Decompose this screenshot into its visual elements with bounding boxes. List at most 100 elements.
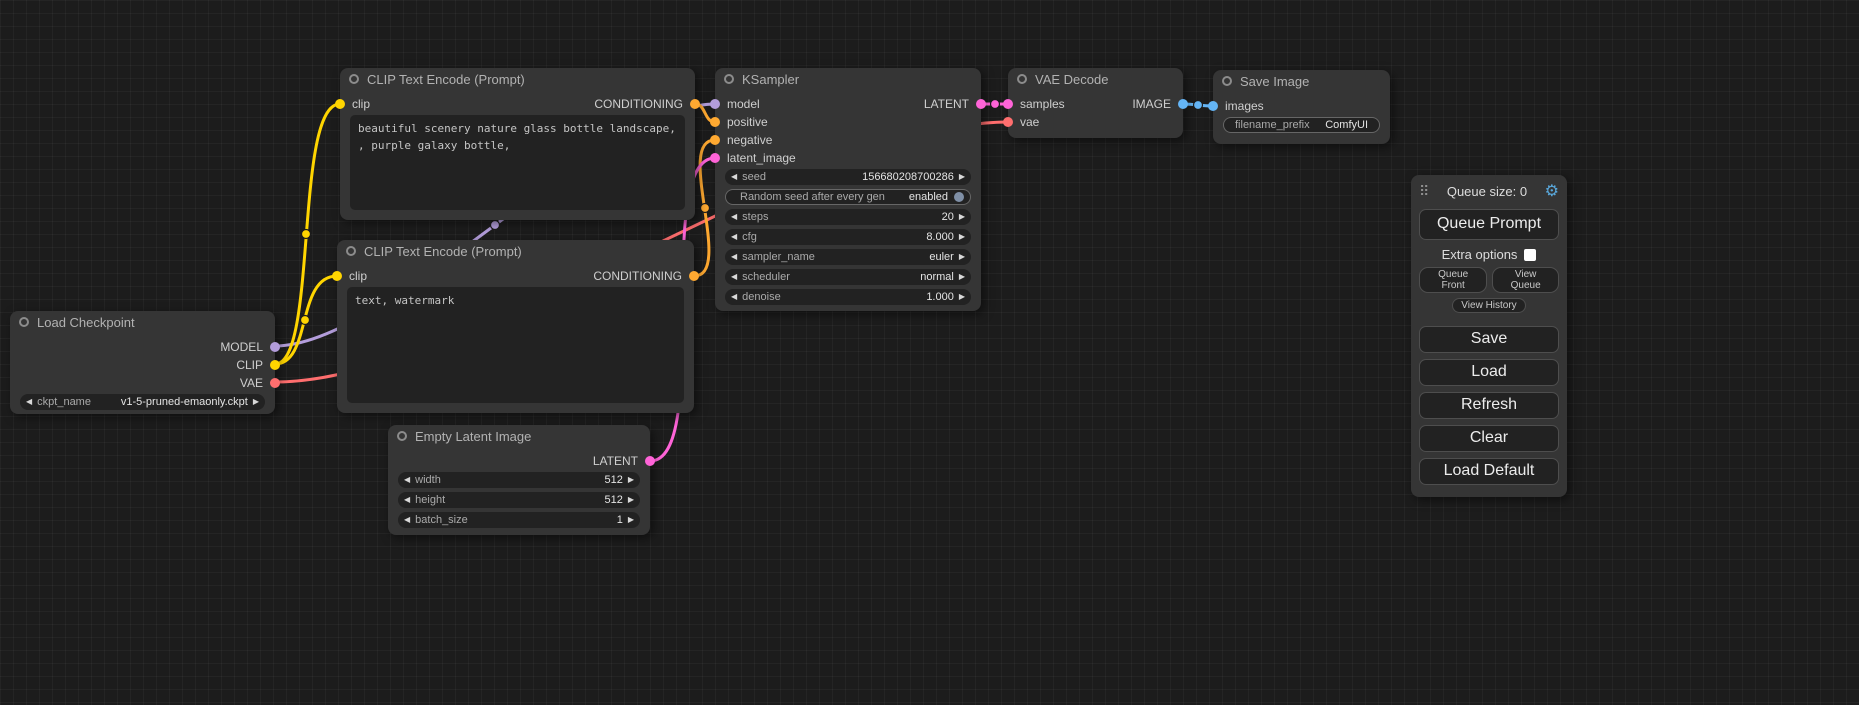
output-label-conditioning: CONDITIONING [593, 269, 682, 283]
increment-arrow-icon[interactable]: ▶ [959, 253, 965, 261]
input-slot-vae[interactable] [1003, 117, 1013, 127]
collapse-dot-icon[interactable] [349, 74, 359, 84]
node-title-bar[interactable]: Save Image [1213, 70, 1390, 92]
collapse-dot-icon[interactable] [346, 246, 356, 256]
node-title-bar[interactable]: CLIP Text Encode (Prompt) [340, 68, 695, 90]
node-ksampler[interactable]: KSampler model LATENT positive negative … [715, 68, 981, 311]
load-default-button[interactable]: Load Default [1419, 458, 1559, 485]
extra-options-checkbox[interactable] [1524, 249, 1536, 261]
widget-width[interactable]: ◀ width 512 ▶ [398, 472, 640, 488]
output-slot-clip[interactable] [270, 360, 280, 370]
output-label-clip: CLIP [236, 358, 263, 372]
queue-front-button[interactable]: Queue Front [1419, 267, 1487, 293]
widget-seed[interactable]: ◀ seed 156680208700286 ▶ [725, 169, 971, 185]
collapse-dot-icon[interactable] [724, 74, 734, 84]
node-title-bar[interactable]: CLIP Text Encode (Prompt) [337, 240, 694, 262]
decrement-arrow-icon[interactable]: ◀ [731, 253, 737, 261]
increment-arrow-icon[interactable]: ▶ [959, 173, 965, 181]
collapse-dot-icon[interactable] [1222, 76, 1232, 86]
decrement-arrow-icon[interactable]: ◀ [731, 173, 737, 181]
input-slot-images[interactable] [1208, 101, 1218, 111]
output-slot-model[interactable] [270, 342, 280, 352]
clear-button[interactable]: Clear [1419, 425, 1559, 452]
widget-label: sampler_name [742, 251, 815, 263]
widget-value: 512 [445, 494, 623, 506]
increment-arrow-icon[interactable]: ▶ [628, 476, 634, 484]
node-title: CLIP Text Encode (Prompt) [364, 244, 522, 259]
output-slot-vae[interactable] [270, 378, 280, 388]
widget-label: cfg [742, 231, 757, 243]
widget-random-seed-toggle[interactable]: Random seed after every gen enabled [725, 189, 971, 205]
node-title-bar[interactable]: Load Checkpoint [10, 311, 275, 333]
widget-sampler-name[interactable]: ◀ sampler_name euler ▶ [725, 249, 971, 265]
node-empty-latent-image[interactable]: Empty Latent Image LATENT ◀ width 512 ▶ … [388, 425, 650, 535]
input-label-positive: positive [727, 115, 768, 129]
decrement-arrow-icon[interactable]: ◀ [404, 496, 410, 504]
node-title-bar[interactable]: Empty Latent Image [388, 425, 650, 447]
widget-batch-size[interactable]: ◀ batch_size 1 ▶ [398, 512, 640, 528]
widget-filename-prefix[interactable]: filename_prefix ComfyUI [1223, 117, 1380, 133]
node-title-bar[interactable]: VAE Decode [1008, 68, 1183, 90]
node-save-image[interactable]: Save Image images filename_prefix ComfyU… [1213, 70, 1390, 144]
view-queue-button[interactable]: View Queue [1492, 267, 1559, 293]
decrement-arrow-icon[interactable]: ◀ [731, 293, 737, 301]
widget-scheduler[interactable]: ◀ scheduler normal ▶ [725, 269, 971, 285]
output-slot-conditioning[interactable] [689, 271, 699, 281]
widget-steps[interactable]: ◀ steps 20 ▶ [725, 209, 971, 225]
collapse-dot-icon[interactable] [397, 431, 407, 441]
output-label-conditioning: CONDITIONING [594, 97, 683, 111]
input-label-latent-image: latent_image [727, 151, 796, 165]
decrement-arrow-icon[interactable]: ◀ [731, 273, 737, 281]
input-slot-samples[interactable] [1003, 99, 1013, 109]
widget-value: ComfyUI [1310, 119, 1368, 131]
output-label-latent: LATENT [924, 97, 969, 111]
collapse-dot-icon[interactable] [19, 317, 29, 327]
input-slot-model[interactable] [710, 99, 720, 109]
node-clip-text-encode-positive[interactable]: CLIP Text Encode (Prompt) clip CONDITION… [340, 68, 695, 220]
widget-cfg[interactable]: ◀ cfg 8.000 ▶ [725, 229, 971, 245]
toggle-knob-icon[interactable] [954, 192, 964, 202]
refresh-button[interactable]: Refresh [1419, 392, 1559, 419]
node-vae-decode[interactable]: VAE Decode samples IMAGE vae [1008, 68, 1183, 138]
settings-gear-icon[interactable]: ⚙ [1545, 181, 1559, 201]
widget-height[interactable]: ◀ height 512 ▶ [398, 492, 640, 508]
view-history-button[interactable]: View History [1452, 298, 1525, 313]
increment-arrow-icon[interactable]: ▶ [253, 398, 259, 406]
save-button[interactable]: Save [1419, 326, 1559, 353]
drag-handle-icon[interactable]: ⠿ [1419, 183, 1429, 200]
prompt-textarea[interactable]: text, watermark [347, 287, 684, 403]
decrement-arrow-icon[interactable]: ◀ [731, 233, 737, 241]
widget-ckpt-name[interactable]: ◀ ckpt_name v1-5-pruned-emaonly.ckpt ▶ [20, 394, 265, 410]
increment-arrow-icon[interactable]: ▶ [628, 516, 634, 524]
node-graph-canvas[interactable]: Load Checkpoint MODEL CLIP VAE ◀ ckpt_na… [0, 0, 1859, 705]
input-slot-negative[interactable] [710, 135, 720, 145]
input-slot-clip[interactable] [335, 99, 345, 109]
node-load-checkpoint[interactable]: Load Checkpoint MODEL CLIP VAE ◀ ckpt_na… [10, 311, 275, 414]
increment-arrow-icon[interactable]: ▶ [959, 293, 965, 301]
output-slot-latent[interactable] [645, 456, 655, 466]
node-clip-text-encode-negative[interactable]: CLIP Text Encode (Prompt) clip CONDITION… [337, 240, 694, 413]
input-slot-clip[interactable] [332, 271, 342, 281]
load-button[interactable]: Load [1419, 359, 1559, 386]
increment-arrow-icon[interactable]: ▶ [628, 496, 634, 504]
input-label-clip: clip [352, 97, 370, 111]
decrement-arrow-icon[interactable]: ◀ [404, 476, 410, 484]
widget-denoise[interactable]: ◀ denoise 1.000 ▶ [725, 289, 971, 305]
queue-prompt-button[interactable]: Queue Prompt [1419, 209, 1559, 240]
output-slot-latent[interactable] [976, 99, 986, 109]
output-slot-image[interactable] [1178, 99, 1188, 109]
decrement-arrow-icon[interactable]: ◀ [731, 213, 737, 221]
prompt-textarea[interactable]: beautiful scenery nature glass bottle la… [350, 115, 685, 210]
increment-arrow-icon[interactable]: ▶ [959, 233, 965, 241]
increment-arrow-icon[interactable]: ▶ [959, 273, 965, 281]
node-title-bar[interactable]: KSampler [715, 68, 981, 90]
decrement-arrow-icon[interactable]: ◀ [404, 516, 410, 524]
input-slot-positive[interactable] [710, 117, 720, 127]
output-slot-conditioning[interactable] [690, 99, 700, 109]
input-label-model: model [727, 97, 760, 111]
input-slot-latent-image[interactable] [710, 153, 720, 163]
decrement-arrow-icon[interactable]: ◀ [26, 398, 32, 406]
increment-arrow-icon[interactable]: ▶ [959, 213, 965, 221]
widget-value: enabled [885, 191, 948, 203]
collapse-dot-icon[interactable] [1017, 74, 1027, 84]
